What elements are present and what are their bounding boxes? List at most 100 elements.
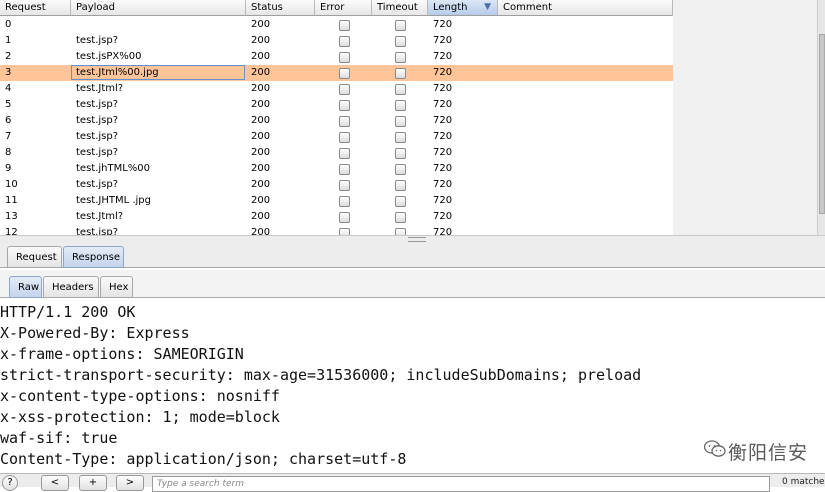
- timeout-checkbox: [395, 100, 406, 111]
- request-number: 3: [5, 67, 12, 78]
- error-checkbox: [339, 164, 350, 175]
- table-row[interactable]: 9 test.jhTML%00 200 720: [0, 161, 673, 177]
- length-cell: 720: [433, 35, 453, 46]
- status-cell: 200: [251, 19, 271, 30]
- status-cell: 200: [251, 179, 271, 190]
- payload-cell: test.jsPX%00: [76, 51, 142, 62]
- error-checkbox: [339, 68, 350, 79]
- status-cell: 200: [251, 131, 271, 142]
- length-cell: 720: [433, 51, 453, 62]
- length-cell: 720: [433, 19, 453, 30]
- column-header-status[interactable]: Status: [246, 0, 315, 16]
- request-number: 13: [5, 211, 18, 222]
- request-number: 6: [5, 115, 12, 126]
- timeout-checkbox: [395, 180, 406, 191]
- request-number: 7: [5, 131, 12, 142]
- tab-hex[interactable]: Hex: [100, 276, 133, 298]
- tab-headers[interactable]: Headers: [43, 276, 99, 298]
- length-cell: 720: [433, 227, 453, 235]
- table-row[interactable]: 13 test.Jtml? 200 720: [0, 209, 673, 225]
- table-row[interactable]: 4 test.Jtml? 200 720: [0, 81, 673, 97]
- column-header-timeout[interactable]: Timeout: [372, 0, 428, 16]
- request-number: 9: [5, 163, 12, 174]
- status-cell: 200: [251, 211, 271, 222]
- payload-cell: test.JHTML .jpg: [76, 195, 151, 206]
- column-header-request[interactable]: Request: [0, 0, 71, 16]
- status-cell: 200: [251, 35, 271, 46]
- results-table[interactable]: Request Payload Status Error Timeout Len…: [0, 0, 673, 235]
- table-row[interactable]: 1 test.jsp? 200 720: [0, 33, 673, 49]
- payload-cell: test.jsp?: [76, 99, 119, 110]
- response-line: x-frame-options: SAMEORIGIN: [0, 345, 244, 363]
- timeout-checkbox: [395, 196, 406, 207]
- column-header-length[interactable]: Length ▼: [428, 0, 498, 16]
- cell-focus-outline: [71, 65, 245, 80]
- table-row[interactable]: 5 test.jsp? 200 720: [0, 97, 673, 113]
- help-button[interactable]: ?: [2, 475, 18, 491]
- payload-cell: test.jsp?: [76, 35, 119, 46]
- request-response-tabs: Request Response: [0, 243, 825, 268]
- request-number: 8: [5, 147, 12, 158]
- watermark: 衡阳信安: [676, 432, 825, 474]
- tab-response[interactable]: Response: [63, 246, 124, 268]
- timeout-checkbox: [395, 68, 406, 79]
- request-number: 4: [5, 83, 12, 94]
- tab-raw[interactable]: Raw: [9, 276, 42, 298]
- payload-cell: test.jsp?: [76, 179, 119, 190]
- payload-cell: test.Jtml?: [76, 211, 124, 222]
- table-row[interactable]: 11 test.JHTML .jpg 200 720: [0, 193, 673, 209]
- error-checkbox: [339, 84, 350, 95]
- payload-cell: [76, 17, 241, 33]
- search-bar: ? < + > 0 matches: [0, 473, 825, 492]
- add-button[interactable]: +: [79, 475, 107, 491]
- table-row[interactable]: 0 200 720: [0, 17, 673, 33]
- column-header-payload[interactable]: Payload: [71, 0, 246, 16]
- table-row[interactable]: 8 test.jsp? 200 720: [0, 145, 673, 161]
- error-checkbox: [339, 180, 350, 191]
- sort-descending-icon: ▼: [484, 2, 491, 12]
- table-row[interactable]: 12 test.jsp? 200 720: [0, 225, 673, 235]
- error-checkbox: [339, 132, 350, 143]
- error-checkbox: [339, 228, 350, 235]
- timeout-checkbox: [395, 52, 406, 63]
- tab-request[interactable]: Request: [7, 246, 62, 268]
- status-cell: 200: [251, 99, 271, 110]
- status-cell: 200: [251, 115, 271, 126]
- empty-panel-area: [673, 0, 825, 235]
- table-row[interactable]: 10 test.jsp? 200 720: [0, 177, 673, 193]
- timeout-checkbox: [395, 212, 406, 223]
- length-cell: 720: [433, 115, 453, 126]
- table-row[interactable]: 6 test.jsp? 200 720: [0, 113, 673, 129]
- next-match-button[interactable]: >: [116, 475, 144, 491]
- payload-cell: test.jhTML%00: [76, 163, 151, 174]
- length-cell: 720: [433, 99, 453, 110]
- status-cell: 200: [251, 67, 271, 78]
- request-number: 0: [5, 19, 12, 30]
- wechat-icon: [704, 440, 726, 457]
- splitter-grip-icon[interactable]: [408, 237, 426, 242]
- status-cell: 200: [251, 83, 271, 94]
- results-scrollbar[interactable]: [817, 0, 825, 235]
- column-header-error[interactable]: Error: [315, 0, 372, 16]
- timeout-checkbox: [395, 228, 406, 235]
- request-number: 12: [5, 227, 18, 235]
- pane-splitter[interactable]: [0, 235, 825, 243]
- error-checkbox: [339, 36, 350, 47]
- table-row[interactable]: 7 test.jsp? 200 720: [0, 129, 673, 145]
- payload-cell: test.jsp?: [76, 115, 119, 126]
- previous-match-button[interactable]: <: [41, 475, 69, 491]
- length-cell: 720: [433, 211, 453, 222]
- length-cell: 720: [433, 131, 453, 142]
- column-header-comment[interactable]: Comment: [498, 0, 673, 16]
- table-row[interactable]: 2 test.jsPX%00 200 720: [0, 49, 673, 65]
- payload-cell: test.Jtml?: [76, 83, 124, 94]
- search-input[interactable]: [152, 476, 770, 492]
- status-cell: 200: [251, 195, 271, 206]
- payload-cell: test.jsp?: [76, 227, 119, 235]
- table-row[interactable]: 3 test.Jtml%00.jpg 200 720: [0, 65, 673, 81]
- length-cell: 720: [433, 147, 453, 158]
- scrollbar-thumb[interactable]: [819, 34, 825, 214]
- timeout-checkbox: [395, 164, 406, 175]
- match-count: 0 matches: [782, 477, 825, 487]
- response-line: HTTP/1.1 200 OK: [0, 303, 136, 321]
